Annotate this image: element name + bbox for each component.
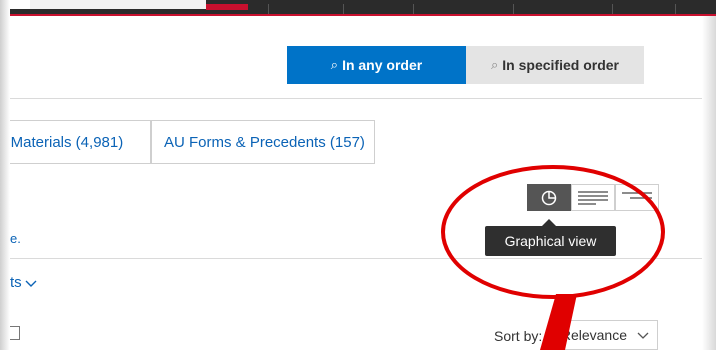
search-icon: ⌕ <box>330 57 339 72</box>
left-edge-shadow <box>0 0 10 350</box>
graphical-view-tooltip: Graphical view <box>485 226 616 256</box>
lines-icon <box>578 190 608 205</box>
tab-au-forms-precedents[interactable]: AU Forms & Precedents (157) <box>151 120 375 164</box>
in-any-order-button[interactable]: ⌕ In any order <box>287 46 466 84</box>
header-segment-light <box>30 0 206 9</box>
sort-select[interactable]: Relevance <box>552 320 658 350</box>
header-separator <box>675 4 676 14</box>
in-any-order-label: In any order <box>342 57 423 73</box>
sort-value: Relevance <box>560 327 627 343</box>
header-separator <box>413 4 414 14</box>
chevron-down-icon <box>25 280 37 287</box>
pie-chart-icon <box>541 190 557 205</box>
page: ⌕ In any order ⌕ In specified order y Ma… <box>0 0 716 350</box>
divider <box>10 98 702 99</box>
header-separator <box>612 4 613 14</box>
top-header-bar <box>0 0 716 14</box>
chevron-down-icon <box>637 332 649 339</box>
search-icon: ⌕ <box>491 57 499 72</box>
tab-label: y Materials (4,981) <box>0 133 124 151</box>
graphical-view-button[interactable] <box>527 184 571 211</box>
link-text: e. <box>10 231 21 246</box>
in-specified-order-label: In specified order <box>502 57 619 73</box>
header-separator <box>268 4 269 14</box>
list-view-button[interactable] <box>615 184 659 211</box>
divider <box>10 258 702 259</box>
detailed-view-button[interactable] <box>571 184 615 211</box>
sort-by-label: Sort by: <box>494 328 543 344</box>
tooltip-arrow <box>542 219 556 226</box>
header-separator <box>513 4 514 14</box>
view-toggle-group <box>527 184 659 211</box>
tooltip-text: Graphical view <box>504 233 597 249</box>
tab-secondary-materials[interactable]: y Materials (4,981) <box>0 120 151 164</box>
text-link-fragment[interactable]: e. <box>10 231 21 246</box>
in-specified-order-button[interactable]: ⌕ In specified order <box>466 46 644 84</box>
list-icon <box>622 191 652 199</box>
right-edge-shadow <box>702 16 716 350</box>
filters-text: ts <box>10 274 22 291</box>
header-separator <box>343 4 344 14</box>
tab-label: AU Forms & Precedents (157) <box>164 133 365 151</box>
filters-dropdown-toggle[interactable]: ts <box>10 274 38 291</box>
header-red-accent <box>206 4 248 10</box>
